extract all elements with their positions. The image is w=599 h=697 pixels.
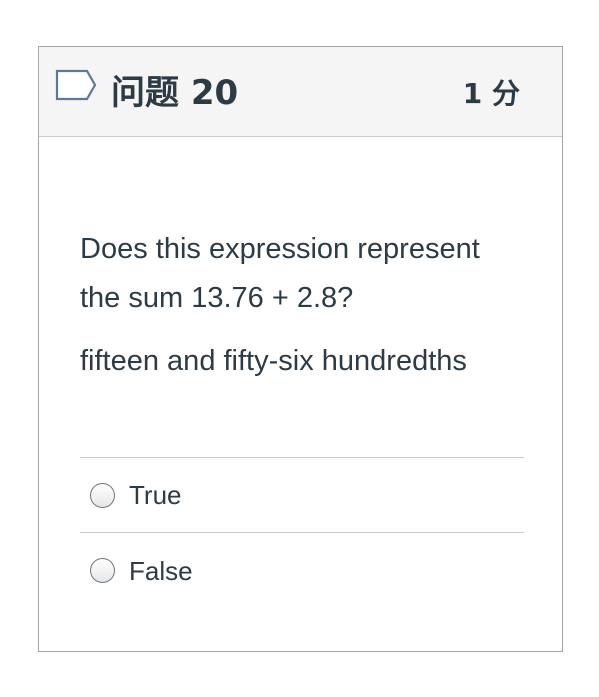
answer-list: True False [80, 457, 524, 608]
question-header: 问题 20 1 分 [39, 47, 562, 137]
question-title: 问题 20 [111, 73, 239, 113]
radio-button-false[interactable] [90, 558, 115, 583]
radio-button-true[interactable] [90, 482, 115, 508]
answer-option-true[interactable]: True [80, 458, 524, 533]
question-card: 问题 20 1 分 Does this expression represent… [38, 46, 563, 652]
question-text: Does this expression represent the sum 1… [80, 233, 480, 314]
question-points: 1 分 [462, 77, 520, 110]
flag-icon[interactable] [55, 69, 97, 101]
answer-option-false[interactable]: False [80, 533, 524, 608]
answer-label-true: True [129, 480, 182, 510]
question-subtext: fifteen and fifty-six hundredths [80, 345, 467, 377]
question-body: Does this expression represent the sum 1… [39, 137, 562, 608]
answer-label-false: False [129, 555, 193, 586]
